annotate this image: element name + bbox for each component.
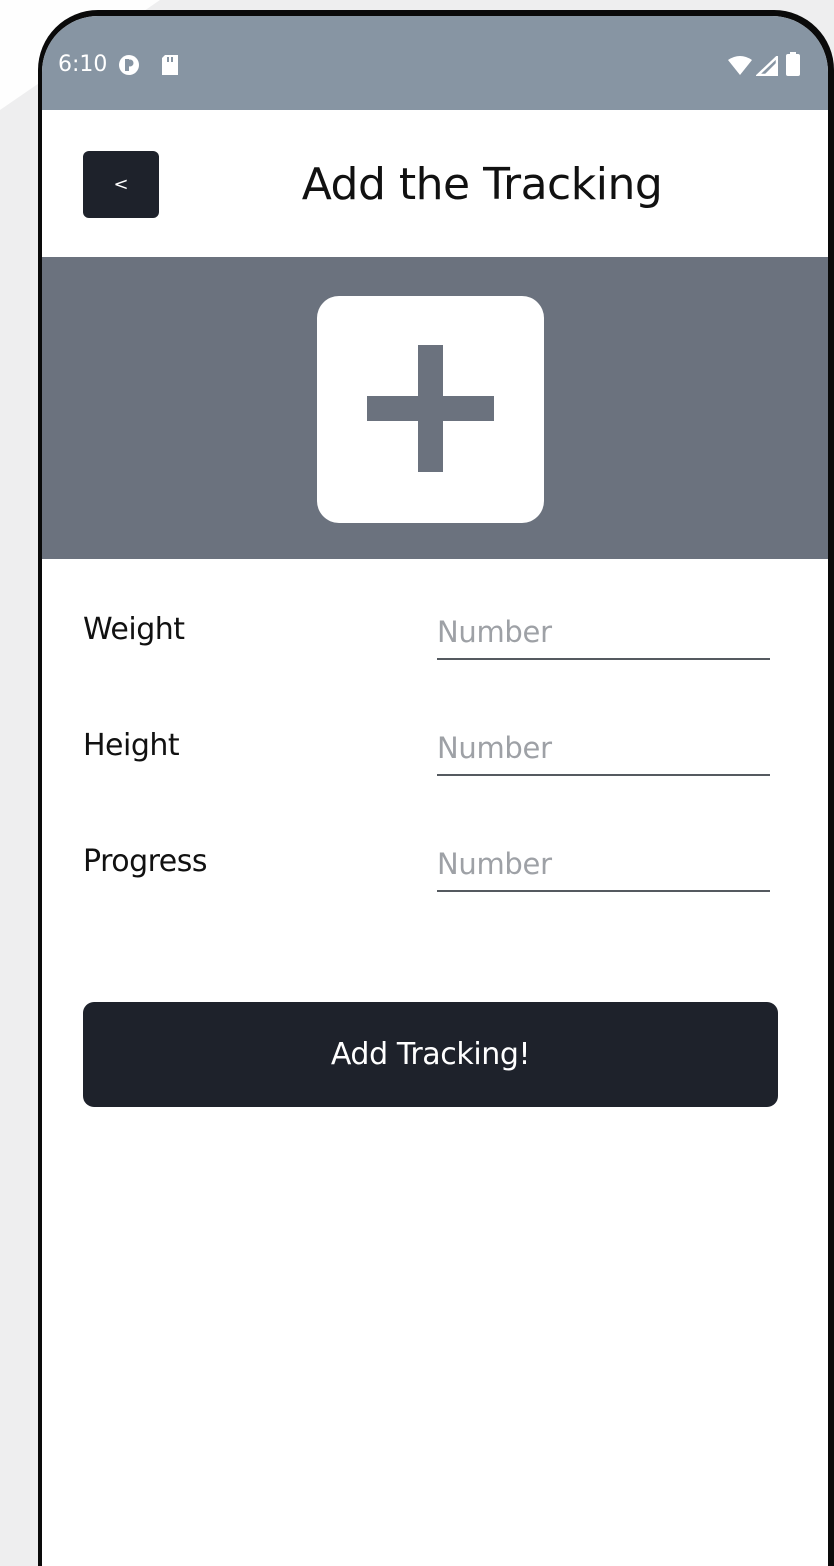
sd-card-icon: [160, 54, 180, 80]
page-title: Add the Tracking: [301, 159, 663, 210]
app-screen: 6:10 < Add the Tracking Weight Number He…: [42, 16, 828, 1566]
plus-icon: [367, 345, 494, 472]
back-button[interactable]: <: [83, 151, 159, 218]
status-bar: 6:10: [42, 16, 828, 110]
height-label: Height: [83, 728, 180, 763]
form-row-weight: Weight: [42, 598, 828, 678]
form-row-height: Height: [42, 714, 828, 794]
image-banner: [42, 257, 828, 559]
weight-label: Weight: [83, 612, 185, 647]
app-notification-icon: [118, 54, 140, 80]
phone-frame: 6:10 < Add the Tracking Weight Number He…: [38, 10, 834, 1566]
add-image-button[interactable]: [317, 296, 544, 523]
weight-input[interactable]: [437, 606, 770, 660]
add-tracking-button[interactable]: Add Tracking!: [83, 1002, 778, 1107]
progress-label: Progress: [83, 844, 208, 879]
status-time: 6:10: [58, 52, 108, 77]
form-row-progress: Progress: [42, 830, 828, 910]
height-input[interactable]: [437, 722, 770, 776]
battery-icon: [786, 52, 800, 80]
wifi-icon: [728, 56, 752, 80]
signal-icon: [754, 54, 779, 80]
progress-input[interactable]: [437, 838, 770, 892]
app-bar: < Add the Tracking: [42, 110, 828, 257]
